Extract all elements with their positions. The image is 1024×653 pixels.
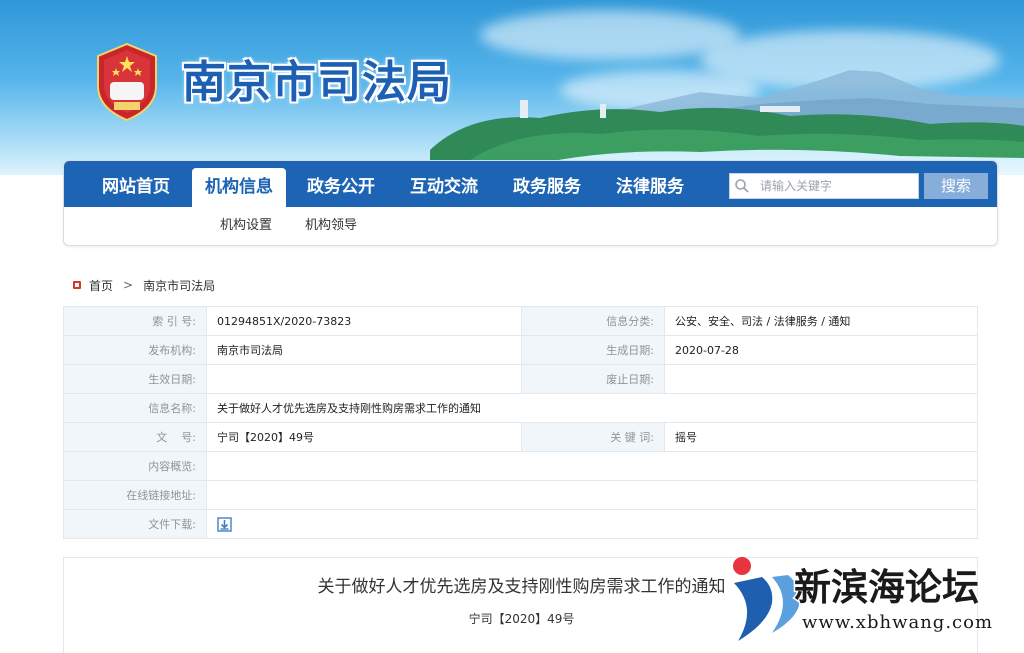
search-box [729,173,919,199]
online-link-label: 在线链接地址: [63,480,207,510]
nav-item-interaction[interactable]: 互动交流 [397,168,491,207]
search-button[interactable]: 搜索 [924,173,988,199]
doc-number-value: 宁司【2020】49号 [206,422,522,452]
breadcrumb: 首页 > 南京市司法局 [73,277,215,293]
watermark-url: www.xbhwang.com [802,612,993,633]
index-label: 索 引 号: [63,306,207,336]
search-input[interactable] [760,176,915,196]
info-name-value: 关于做好人才优先选房及支持刚性购房需求工作的通知 [206,393,978,423]
file-download-label: 文件下载: [63,509,207,539]
download-icon[interactable] [217,516,232,532]
effective-date-label: 生效日期: [63,364,207,394]
summary-label: 内容概览: [63,451,207,481]
nav-bar: 网站首页 机构信息 政务公开 互动交流 政务服务 法律服务 搜索 [64,161,997,207]
expired-date-value [664,364,978,394]
nav-item-legal-services[interactable]: 法律服务 [603,168,697,207]
table-row: 索 引 号: 01294851X/2020-73823 信息分类: 公安、安全、… [63,306,978,336]
summary-value [206,451,978,481]
justice-emblem-icon [97,42,157,122]
home-icon [73,281,81,289]
publisher-label: 发布机构: [63,335,207,365]
table-row: 生效日期: 废止日期: [63,364,978,394]
nav-item-institution-info[interactable]: 机构信息 [192,168,286,207]
table-row: 文件下载: [63,509,978,539]
breadcrumb-home-link[interactable]: 首页 [89,277,113,294]
watermark-logo-dot [733,557,751,575]
created-date-value: 2020-07-28 [664,335,978,365]
info-name-label: 信息名称: [63,393,207,423]
keyword-value: 摇号 [664,422,978,452]
expired-date-label: 废止日期: [521,364,665,394]
site-banner: 南京市司法局 [0,0,1024,175]
table-row: 内容概览: [63,451,978,481]
file-download-cell [206,509,978,539]
nav-item-government-services[interactable]: 政务服务 [500,168,594,207]
publisher-value: 南京市司法局 [206,335,522,365]
search-icon [735,179,749,193]
keyword-label: 关 键 词: [521,422,665,452]
main-navigation: 网站首页 机构信息 政务公开 互动交流 政务服务 法律服务 搜索 机构设置 机构… [63,160,998,246]
table-row: 发布机构: 南京市司法局 生成日期: 2020-07-28 [63,335,978,365]
nav-item-home[interactable]: 网站首页 [89,168,183,207]
nav-item-government-affairs[interactable]: 政务公开 [294,168,388,207]
effective-date-value [206,364,522,394]
category-label: 信息分类: [521,306,665,336]
breadcrumb-separator: > [123,278,134,292]
breadcrumb-current[interactable]: 南京市司法局 [143,277,215,294]
doc-number-label: 文 号: [63,422,207,452]
subnav-item-institution-leaders[interactable]: 机构领导 [305,214,357,233]
online-link-value [206,480,978,510]
site-title: 南京市司法局 [182,57,452,108]
category-value: 公安、安全、司法 / 法律服务 / 通知 [664,306,978,336]
watermark-name: 新滨海论坛 [794,566,979,609]
table-row: 文 号: 宁司【2020】49号 关 键 词: 摇号 [63,422,978,452]
table-row: 信息名称: 关于做好人才优先选房及支持刚性购房需求工作的通知 [63,393,978,423]
index-value: 01294851X/2020-73823 [206,306,522,336]
watermark-logo-mark [734,577,773,641]
forum-watermark: 新滨海论坛 www.xbhwang.com [733,557,994,641]
created-date-label: 生成日期: [521,335,665,365]
table-row: 在线链接地址: [63,480,978,510]
info-table: 索 引 号: 01294851X/2020-73823 信息分类: 公安、安全、… [63,306,978,539]
subnav-item-institution-setup[interactable]: 机构设置 [220,214,272,233]
